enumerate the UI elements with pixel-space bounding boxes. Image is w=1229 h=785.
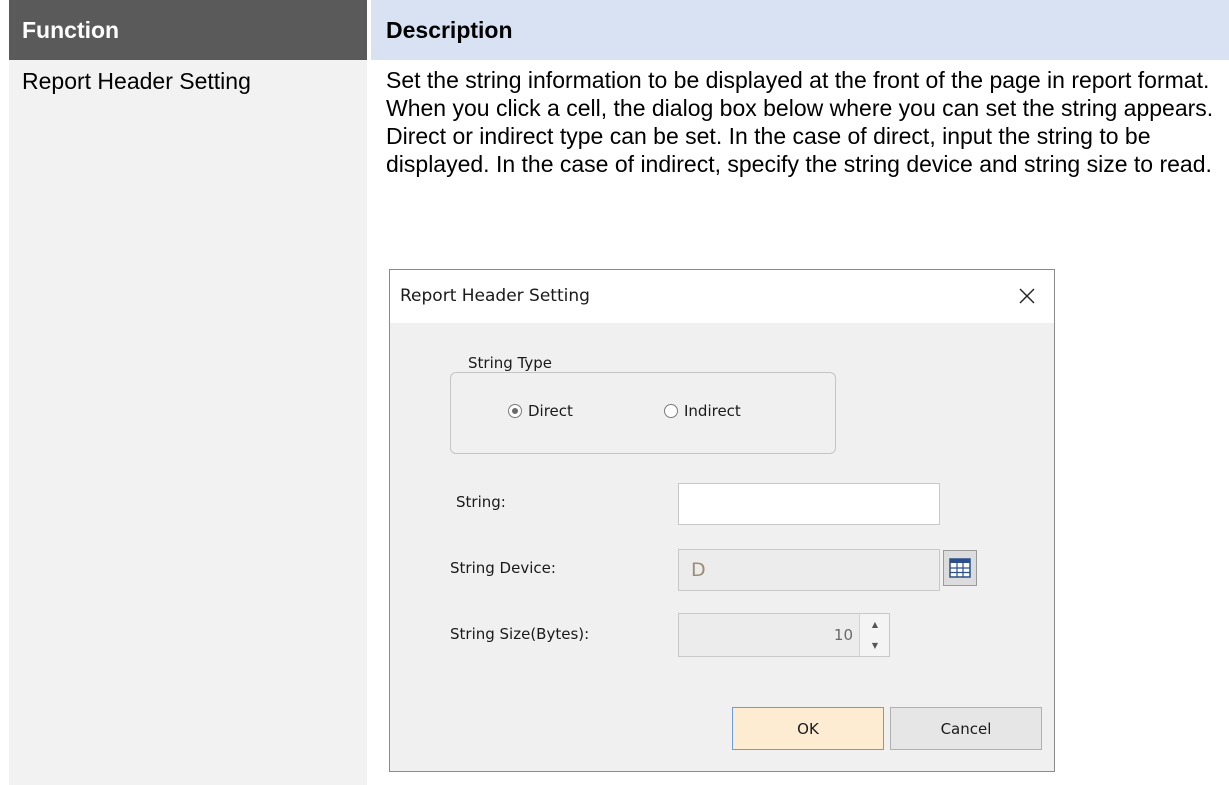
dialog-titlebar: Report Header Setting [390,270,1054,323]
function-name: Report Header Setting [22,68,251,94]
string-size-value: 10 [833,626,853,644]
close-button[interactable] [1010,280,1044,312]
string-device-input[interactable]: D [678,549,940,591]
spin-buttons: ▲ ▼ [859,614,889,656]
string-label: String: [456,493,506,511]
report-header-setting-dialog: Report Header Setting String Type Direct… [389,269,1055,772]
description-text: Set the string information to be display… [386,67,1214,177]
radio-direct[interactable]: Direct [508,402,573,420]
table-cell-function: Report Header Setting [9,60,367,785]
table-header-description: Description [371,0,1229,60]
spin-up-icon[interactable]: ▲ [860,614,890,635]
spin-down-icon[interactable]: ▼ [860,635,890,656]
table-header-function: Function [9,0,367,60]
string-size-stepper[interactable]: 10 ▲ ▼ [678,613,890,657]
radio-indirect-label: Indirect [684,402,741,420]
radio-direct-label: Direct [528,402,573,420]
radio-unchecked-icon [664,404,678,418]
cancel-button[interactable]: Cancel [890,707,1042,750]
string-device-label: String Device: [450,559,556,577]
string-device-value: D [691,559,706,581]
header-function-label: Function [22,17,120,43]
header-description-label: Description [386,17,513,43]
device-browse-icon [949,558,971,578]
close-icon [1019,288,1035,304]
dialog-title: Report Header Setting [400,286,590,306]
radio-indirect[interactable]: Indirect [664,402,741,420]
radio-checked-icon [508,404,522,418]
device-browse-button[interactable] [943,550,977,586]
string-size-label: String Size(Bytes): [450,625,590,643]
string-input[interactable] [678,483,940,525]
ok-button[interactable]: OK [732,707,884,750]
string-type-legend: String Type [464,354,556,372]
